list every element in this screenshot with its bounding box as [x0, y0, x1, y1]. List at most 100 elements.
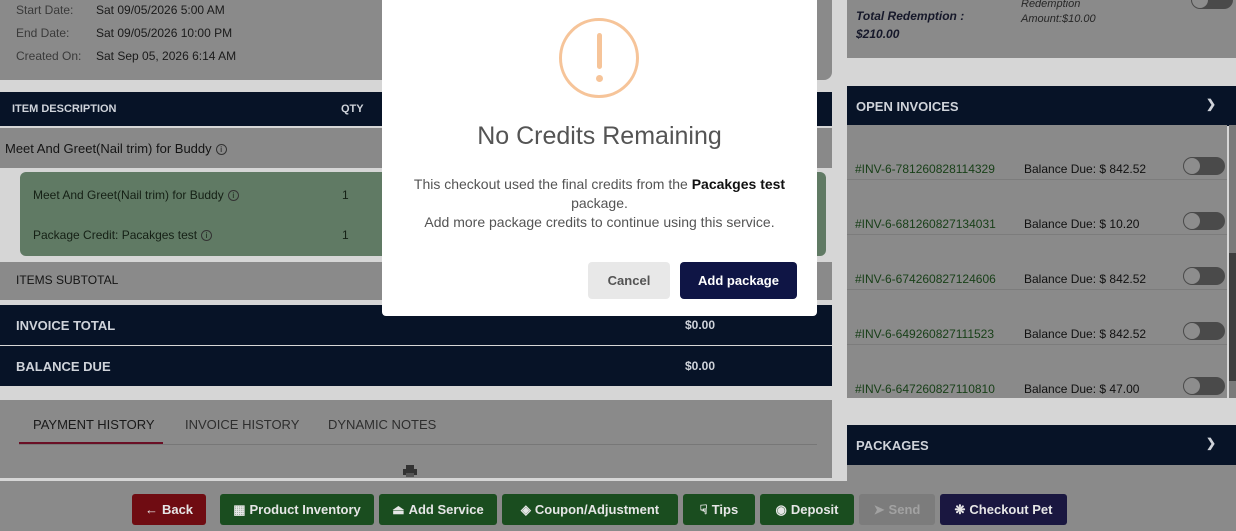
modal-message-start: This checkout used the final credits fro…: [413, 176, 688, 192]
end-date-row: End Date: Sat 09/05/2026 10:00 PM: [16, 26, 232, 40]
redemption-amount: Redemption Amount:$10.00: [1021, 0, 1096, 27]
total-redemption-label: Total Redemption :: [856, 9, 965, 23]
tabs-divider: [19, 444, 817, 445]
redemption-amount-label: Redemption: [1021, 0, 1081, 10]
paw-icon: ❋: [954, 502, 966, 517]
active-tab-indicator: [19, 442, 163, 444]
eject-icon: ⏏: [392, 502, 405, 517]
invoice-toggle[interactable]: [1183, 212, 1225, 230]
start-date-row: Start Date: Sat 09/05/2026 5:00 AM: [16, 3, 225, 17]
start-date-label: Start Date:: [16, 3, 74, 17]
created-on-row: Created On: Sat Sep 05, 2026 6:14 AM: [16, 49, 236, 63]
balance-due-bar: BALANCE DUE $0.00: [0, 346, 832, 386]
modal-message-line2: Add more package credits to continue usi…: [424, 214, 775, 230]
cubes-icon: ▦: [233, 502, 246, 517]
items-subtotal-label: ITEMS SUBTOTAL: [16, 273, 119, 287]
piggy-bank-icon: ◉: [775, 502, 787, 517]
invoice-toggle[interactable]: [1183, 377, 1225, 395]
tab-payment-history[interactable]: PAYMENT HISTORY: [33, 417, 155, 432]
invoice-row: #INV-6-674260827124606 Balance Due: $ 84…: [847, 235, 1227, 290]
invoice-toggle[interactable]: [1183, 157, 1225, 175]
add-package-button[interactable]: Add package: [680, 262, 797, 299]
col-qty: QTY: [341, 103, 364, 115]
back-button[interactable]: ← Back: [132, 494, 206, 525]
invoice-number-link[interactable]: #INV-6-781260828114329: [855, 162, 995, 176]
chevron-down-icon[interactable]: ❯: [1206, 436, 1216, 450]
sub-item-service: Meet And Greet(Nail trim) for Buddy i: [33, 188, 239, 202]
chevron-down-icon[interactable]: ❯: [1206, 97, 1216, 111]
packages-body: [847, 465, 1236, 481]
print-icon[interactable]: [403, 465, 417, 477]
arrow-left-icon: ←: [144, 502, 158, 517]
add-service-label: Add Service: [408, 502, 484, 517]
created-on-label: Created On:: [16, 49, 82, 63]
checkout-pet-label: Checkout Pet: [969, 502, 1053, 517]
product-inventory-button[interactable]: ▦ Product Inventory: [220, 494, 374, 525]
balance-due-label: BALANCE DUE: [16, 359, 111, 374]
col-item-description: ITEM DESCRIPTION: [12, 103, 117, 115]
parent-item-text: Meet And Greet(Nail trim) for Buddy: [5, 141, 212, 156]
start-date-value: Sat 09/05/2026 5:00 AM: [96, 3, 225, 17]
warning-icon-bar: [597, 33, 602, 69]
invoices-scroll-thumb[interactable]: [1229, 253, 1236, 381]
invoice-balance: Balance Due: $ 842.52: [1024, 327, 1147, 341]
invoice-total-label: INVOICE TOTAL: [16, 318, 116, 333]
invoice-balance: Balance Due: $ 842.52: [1024, 272, 1147, 286]
packages-title: PACKAGES: [856, 438, 929, 453]
invoice-balance: Balance Due: $ 842.52: [1024, 162, 1147, 176]
invoice-balance: Balance Due: $ 10.20: [1024, 217, 1140, 231]
end-date-label: End Date:: [16, 26, 70, 40]
created-on-value: Sat Sep 05, 2026 6:14 AM: [96, 49, 237, 63]
invoice-balance: Balance Due: $ 47.00: [1024, 382, 1140, 396]
history-tabs: PAYMENT HISTORY INVOICE HISTORY DYNAMIC …: [0, 400, 832, 478]
invoice-toggle[interactable]: [1183, 267, 1225, 285]
sub-item-service-qty: 1: [342, 188, 349, 202]
packages-header[interactable]: PACKAGES ❯: [847, 425, 1236, 465]
redemption-toggle[interactable]: [1191, 0, 1233, 9]
open-invoices-header[interactable]: OPEN INVOICES ❯: [847, 86, 1236, 126]
tab-dynamic-notes[interactable]: DYNAMIC NOTES: [328, 417, 436, 432]
invoice-number-link[interactable]: #INV-6-649260827111523: [855, 327, 994, 341]
modal-package-name: Pacakges test: [691, 176, 786, 192]
tag-icon: ◈: [520, 502, 531, 517]
back-button-label: Back: [161, 502, 194, 517]
deposit-button[interactable]: ◉ Deposit: [760, 494, 854, 525]
invoice-row: #INV-6-649260827111523 Balance Due: $ 84…: [847, 290, 1227, 345]
sub-item-service-label: Meet And Greet(Nail trim) for Buddy: [33, 188, 224, 202]
open-invoices-title: OPEN INVOICES: [856, 99, 959, 114]
deposit-label: Deposit: [790, 502, 839, 517]
add-service-button[interactable]: ⏏ Add Service: [379, 494, 497, 525]
checkout-pet-button[interactable]: ❋ Checkout Pet: [940, 494, 1067, 525]
sub-item-package-credit-label: Package Credit: Pacakges test: [33, 228, 198, 242]
invoice-number-link[interactable]: #INV-6-647260827110810: [855, 382, 995, 396]
modal-title: No Credits Remaining: [477, 122, 722, 150]
redemption-amount-value: Amount:$10.00: [1021, 13, 1096, 25]
redemption-card: Total Redemption : $210.00 Redemption Am…: [847, 0, 1236, 58]
warning-icon-dot: [596, 75, 603, 82]
invoice-toggle[interactable]: [1183, 322, 1225, 340]
sub-item-package-credit-qty: 1: [342, 228, 349, 242]
action-toolbar: ← Back ▦ Product Inventory ⏏ Add Service ◈ C…: [0, 481, 1236, 531]
coupon-adjustment-button[interactable]: ◈ Coupon/Adjustment: [502, 494, 678, 525]
cancel-button[interactable]: Cancel: [588, 262, 670, 299]
product-inventory-label: Product Inventory: [249, 502, 361, 517]
end-date-value: Sat 09/05/2026 10:00 PM: [96, 26, 233, 40]
hand-holding-icon: ☟: [699, 502, 708, 517]
invoice-total-value: $0.00: [685, 318, 716, 332]
info-icon[interactable]: i: [201, 230, 213, 242]
send-label: Send: [888, 502, 921, 517]
invoice-number-link[interactable]: #INV-6-674260827124606: [855, 272, 996, 286]
info-icon[interactable]: i: [227, 190, 239, 202]
send-button[interactable]: ➤ Send: [859, 494, 935, 525]
total-redemption-value: $210.00: [856, 27, 900, 41]
tips-label: Tips: [711, 502, 739, 517]
sub-item-package-credit: Package Credit: Pacakges test i: [33, 228, 213, 242]
total-redemption: Total Redemption : $210.00: [856, 7, 964, 43]
tips-button[interactable]: ☟ Tips: [683, 494, 755, 525]
info-icon[interactable]: i: [215, 144, 227, 156]
no-credits-modal: No Credits Remaining This checkout used …: [382, 0, 817, 316]
invoice-number-link[interactable]: #INV-6-681260827134031: [855, 217, 996, 231]
invoice-row: #INV-6-647260827110810 Balance Due: $ 47…: [847, 345, 1227, 398]
open-invoices-list: #INV-6-781260828114329 Balance Due: $ 84…: [847, 125, 1227, 398]
tab-invoice-history[interactable]: INVOICE HISTORY: [185, 417, 299, 432]
